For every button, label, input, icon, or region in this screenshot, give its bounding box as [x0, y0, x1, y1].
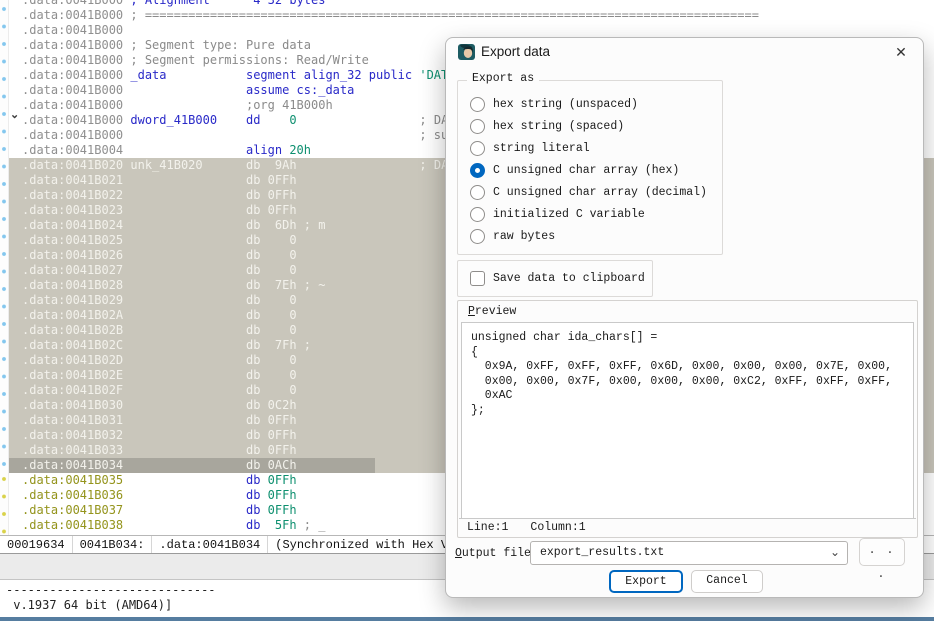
dialog-title: Export data: [481, 44, 550, 59]
clipboard-group: Save data to clipboard: [457, 260, 653, 297]
margin-dots-blue-icon: [0, 0, 9, 470]
browse-button[interactable]: . . .: [859, 538, 905, 566]
preview-code-line: {: [471, 346, 904, 361]
radio-icon[interactable]: [470, 141, 485, 156]
output-file-label: Output file: [455, 547, 531, 560]
disasm-line[interactable]: .data:0041B000: [9, 23, 934, 38]
preview-code-line: 0x9A, 0xFF, 0xFF, 0xFF, 0x6D, 0x00, 0x00…: [471, 360, 904, 375]
disasm-line[interactable]: .data:0041B000 ; Alignment 4 32 bytes: [9, 0, 934, 8]
radio-label[interactable]: raw bytes: [493, 230, 555, 243]
disasm-line[interactable]: .data:0041B000 ; =======================…: [9, 8, 934, 23]
radio-option-hex-string-spaced[interactable]: hex string (spaced): [458, 116, 722, 138]
radio-icon[interactable]: [470, 97, 485, 112]
radio-label[interactable]: initialized C variable: [493, 208, 645, 221]
status-segment: .data:0041B034: [152, 536, 268, 553]
preview-code-line: unsigned char ida_chars[] =: [471, 331, 904, 346]
radio-icon[interactable]: [470, 119, 485, 134]
cancel-button[interactable]: Cancel: [691, 570, 763, 593]
radio-option-c-unsigned-char-array-decimal[interactable]: C unsigned char array (decimal): [458, 182, 722, 204]
radio-label[interactable]: C unsigned char array (decimal): [493, 186, 707, 199]
radio-option-c-unsigned-char-array-hex[interactable]: C unsigned char array (hex): [458, 160, 722, 182]
preview-label: Preview: [468, 305, 516, 318]
bottom-strip: [0, 617, 934, 621]
close-icon[interactable]: ✕: [892, 43, 910, 61]
output-line: v.1937 64 bit (AMD64)]: [6, 598, 934, 613]
chevron-down-icon[interactable]: ⌄: [830, 545, 840, 559]
radio-label[interactable]: string literal: [493, 142, 590, 155]
radio-option-string-literal[interactable]: string literal: [458, 138, 722, 160]
export-button[interactable]: Export: [609, 570, 683, 593]
dialog-title-bar[interactable]: Export data ✕: [446, 38, 923, 66]
export-as-label: Export as: [467, 72, 539, 85]
radio-label[interactable]: hex string (spaced): [493, 120, 624, 133]
preview-code-line: 0xAC: [471, 389, 904, 404]
status-segment: 00019634: [0, 536, 73, 553]
line-indicator: Line:1: [467, 521, 508, 534]
radio-option-hex-string-unspaced[interactable]: hex string (unspaced): [458, 94, 722, 116]
save-to-clipboard-label[interactable]: Save data to clipboard: [493, 272, 645, 285]
radio-icon[interactable]: [470, 229, 485, 244]
output-file-value: export_results.txt: [540, 546, 664, 559]
preview-editor[interactable]: unsigned char ida_chars[] ={ 0x9A, 0xFF,…: [461, 322, 914, 519]
export-as-group: Export as hex string (unspaced)hex strin…: [457, 80, 723, 255]
column-indicator: Column:1: [530, 521, 585, 534]
radio-selected-icon[interactable]: [470, 163, 485, 178]
margin-strip[interactable]: [0, 0, 9, 536]
radio-icon[interactable]: [470, 207, 485, 222]
status-segment: 0041B034:: [73, 536, 153, 553]
margin-dots-yellow-icon: [0, 470, 9, 536]
preview-status-bar: Line:1 Column:1: [459, 518, 916, 536]
radio-icon[interactable]: [470, 185, 485, 200]
ida-window: .data:0041B000 ; Alignment 4 32 bytes.da…: [0, 0, 934, 621]
save-to-clipboard-checkbox[interactable]: [470, 271, 485, 286]
radio-option-raw-bytes[interactable]: raw bytes: [458, 226, 722, 248]
preview-group: Preview unsigned char ida_chars[] ={ 0x9…: [457, 300, 918, 538]
export-data-dialog: Export data ✕ Export as hex string (unsp…: [445, 37, 924, 598]
radio-option-initialized-c-variable[interactable]: initialized C variable: [458, 204, 722, 226]
output-file-combobox[interactable]: export_results.txt ⌄: [530, 541, 848, 565]
radio-label[interactable]: C unsigned char array (hex): [493, 164, 679, 177]
preview-code-line: 0x00, 0x00, 0x7F, 0x00, 0x00, 0x00, 0xC2…: [471, 375, 904, 390]
preview-code-line: };: [471, 404, 904, 419]
fold-arrow-icon[interactable]: ⌄: [10, 110, 19, 121]
ida-app-icon: [458, 44, 475, 60]
radio-label[interactable]: hex string (unspaced): [493, 98, 638, 111]
